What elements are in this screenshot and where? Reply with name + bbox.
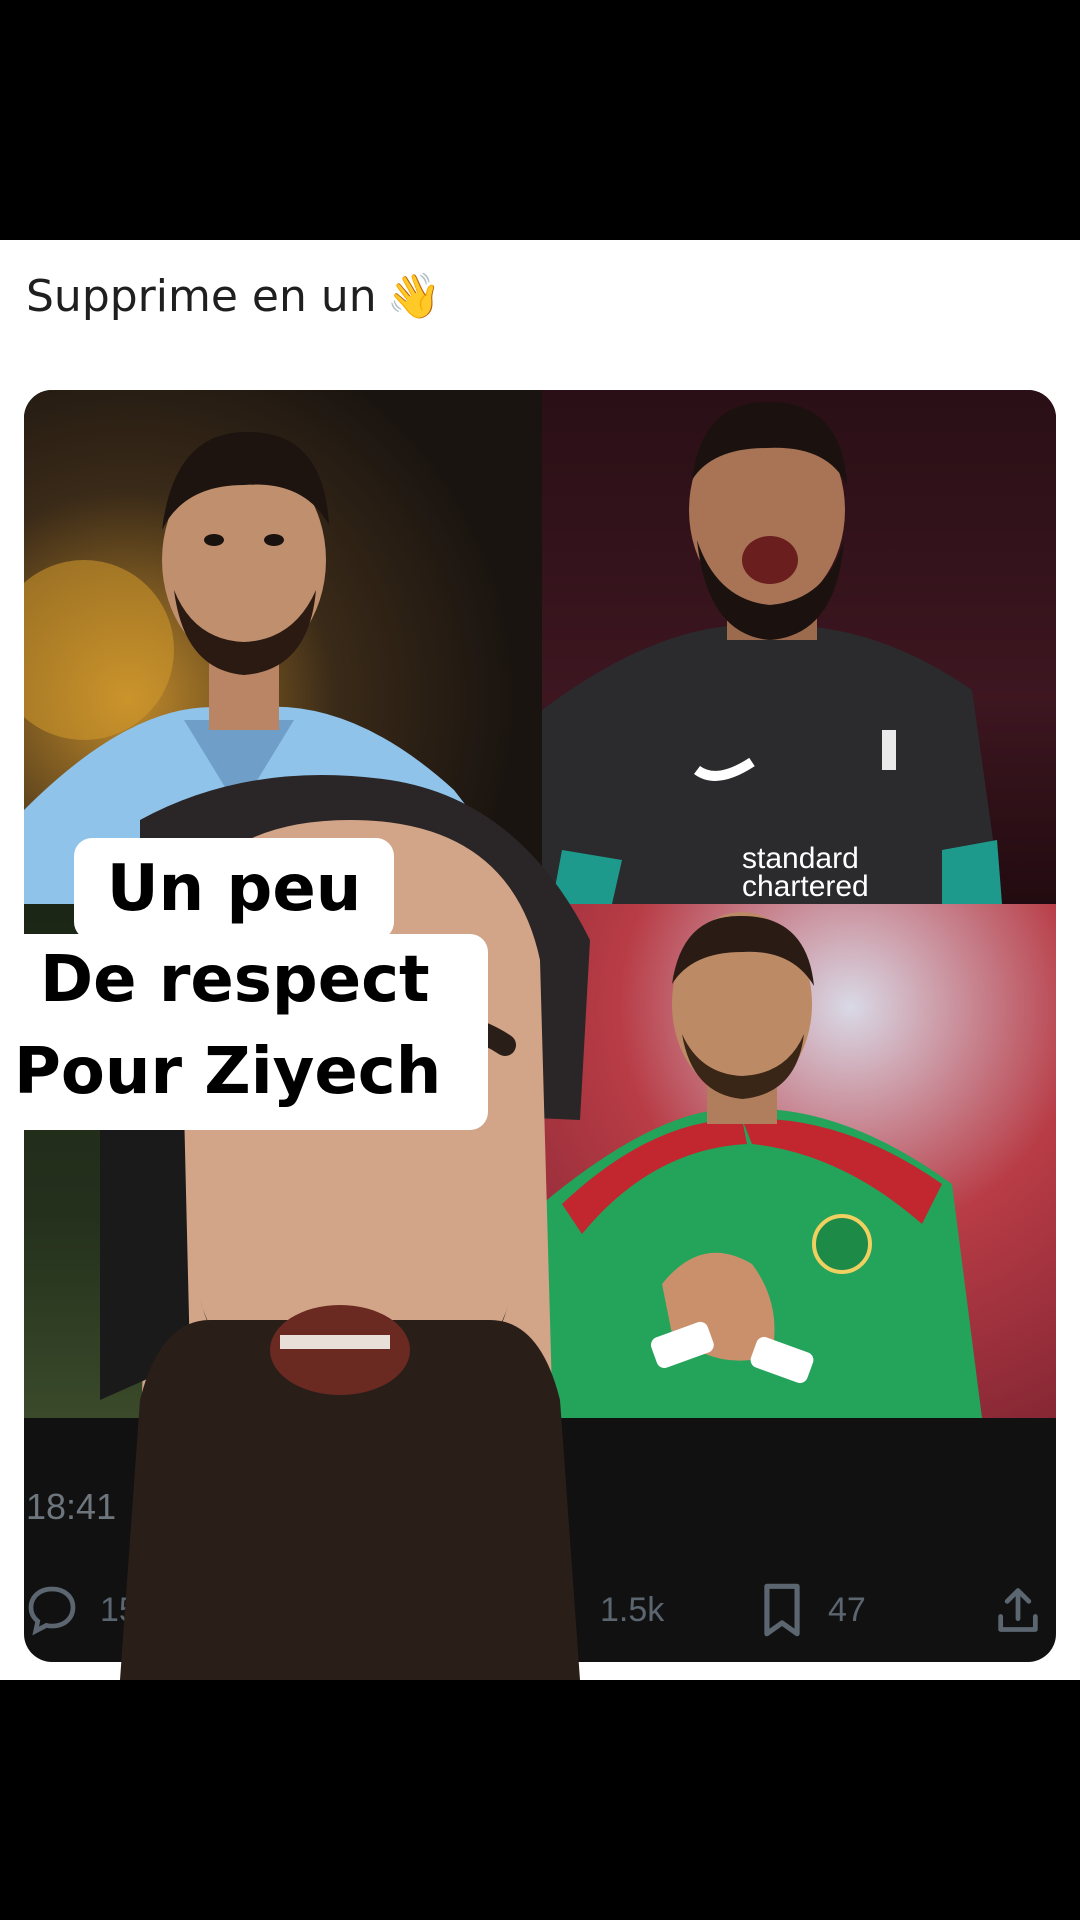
share-button[interactable]	[992, 1570, 1044, 1650]
player-photo-2	[542, 401, 1002, 904]
sponsor-logo: standard chartered	[742, 842, 869, 903]
caption-line-2: De respect	[40, 943, 430, 1017]
caption-line-3: Pour Ziyech	[14, 1035, 442, 1109]
media-photo-2[interactable]: standard chartered	[542, 390, 1056, 904]
player-photo-4	[542, 912, 982, 1418]
bookmark-count: 47	[828, 1590, 866, 1629]
like-count: 1.5k	[600, 1590, 665, 1629]
wave-emoji-icon: 👋	[386, 271, 442, 322]
bookmark-button[interactable]: 47	[756, 1570, 866, 1650]
share-icon	[998, 1588, 1038, 1632]
tweet-text-body: Supprime en un	[26, 271, 377, 322]
bookmark-icon	[764, 1583, 800, 1637]
media-photo-4[interactable]	[542, 904, 1056, 1418]
caption-block: De respect Pour Ziyech	[0, 934, 488, 1130]
reply-icon	[28, 1586, 76, 1636]
caption-line-1: Un peu	[74, 838, 394, 940]
tweet-text: Supprime en un 👋	[26, 270, 441, 322]
